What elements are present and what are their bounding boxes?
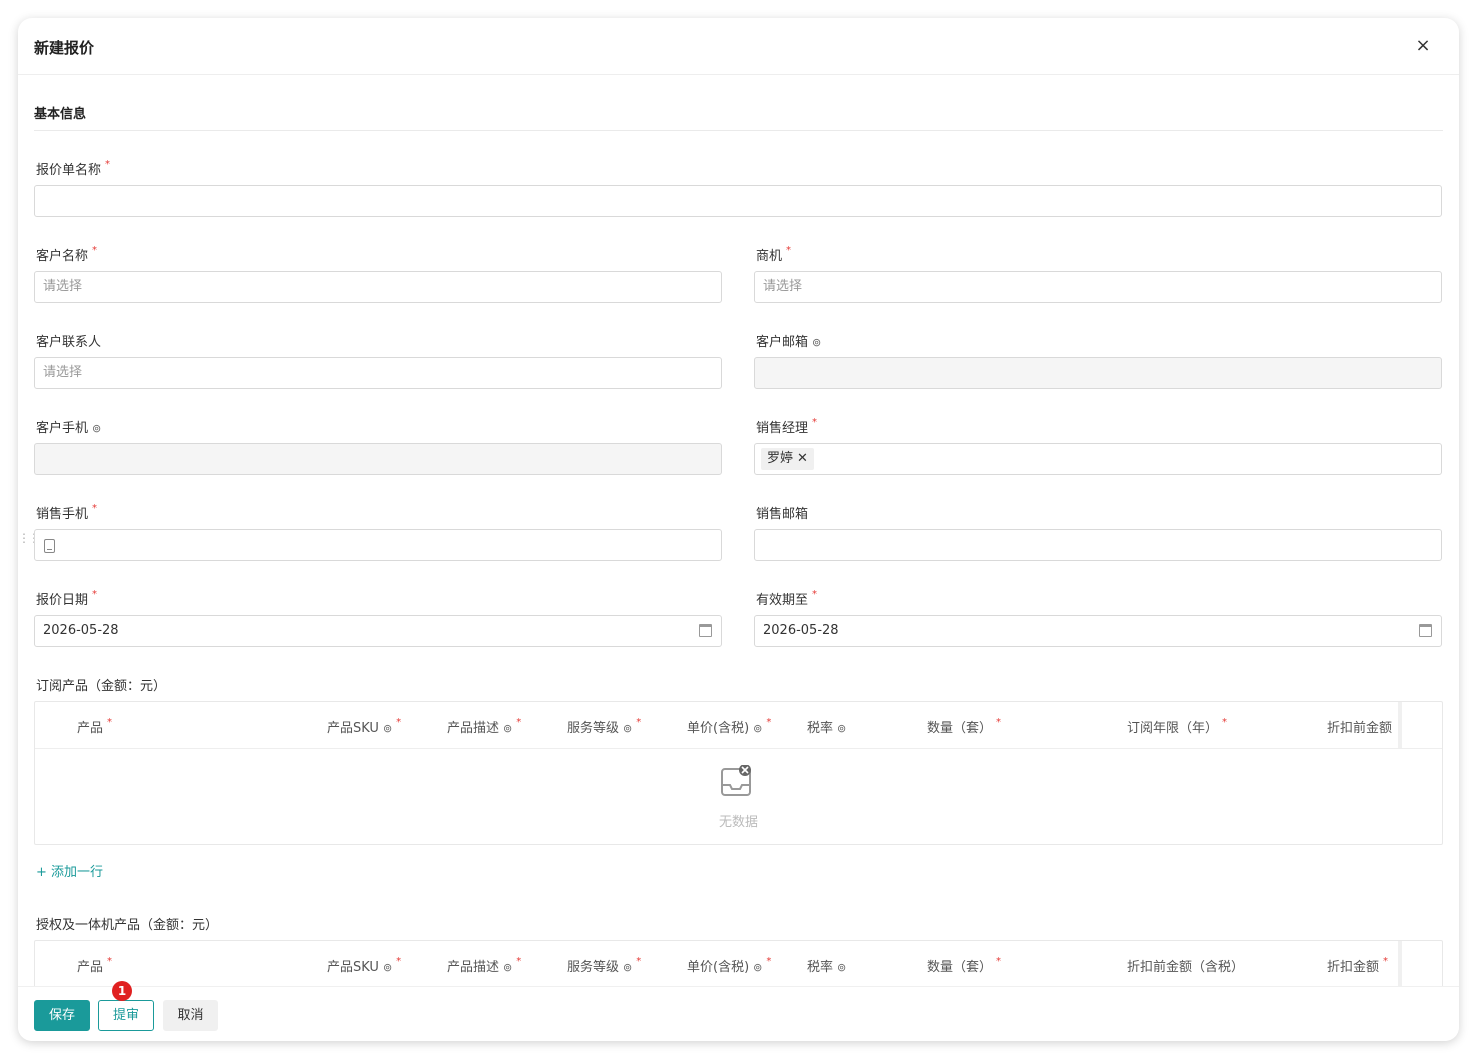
table-header: 产品 * 产品SKU ⊚ * 产品描述 ⊚ * 服务等级 ⊚ * 单价(含税) ⊚ * 税率 ⊚ 数… [35,702,1442,749]
empty-inbox-icon [721,765,751,796]
add-row-button[interactable]: + 添加一行 [36,861,103,880]
sales-manager-tag: 罗婷 ✕ [761,448,814,470]
col-tax-rate: 税率 ⊚ [807,960,847,975]
sales-manager-select[interactable]: 罗婷 ✕ [754,443,1442,475]
notification-badge: 1 [112,981,132,1001]
eye-icon[interactable]: ⊚ [92,422,101,435]
valid-until-label: 有效期至 * [756,589,818,608]
license-table-title: 授权及一体机产品（金额：元） [36,918,219,933]
customer-phone-field [34,443,722,475]
empty-state: 无数据 [35,749,1442,844]
customer-email-field [754,357,1442,389]
col-sku: 产品SKU ⊚ * [327,717,402,736]
col-unit-price: 单价(含税) ⊚ * [687,717,772,736]
submit-review-button[interactable]: 提审 [98,1000,154,1031]
empty-text: 无数据 [718,815,758,830]
section-divider [34,130,1443,131]
contact-label: 客户联系人 [36,335,102,350]
tag-close-icon[interactable]: ✕ [797,451,808,466]
sales-phone-input[interactable] [34,529,722,561]
col-description: 产品描述 ⊚ * [447,717,522,736]
dialog-header: 新建报价 × [18,18,1459,75]
sales-manager-label: 销售经理 * [756,417,818,436]
col-description: 产品描述 ⊚ * [447,956,522,975]
section-title: 基本信息 [34,107,87,122]
quote-name-label: 报价单名称 * [36,159,111,178]
calendar-icon [1419,624,1432,637]
cancel-button[interactable]: 取消 [163,1000,218,1031]
close-icon[interactable]: × [1413,36,1433,56]
sales-email-input[interactable] [754,529,1442,561]
new-quote-dialog: 新建报价 × 基本信息 ⋮⋮ 报价单名称 * 客户名称 * 请选择 商机 * 请选择 … [18,18,1459,1041]
quote-date-label: 报价日期 * [36,589,98,608]
col-quantity: 数量（套） * [927,717,1002,736]
opportunity-select[interactable]: 请选择 [754,271,1442,303]
subscription-table-title: 订阅产品（金额：元） [36,679,167,694]
dialog-title: 新建报价 [34,39,95,57]
sales-phone-label: 销售手机 * [36,503,98,522]
customer-phone-label: 客户手机 ⊚ [36,421,102,436]
col-service-level: 服务等级 ⊚ * [567,717,642,736]
col-service-level: 服务等级 ⊚ * [567,956,642,975]
opportunity-label: 商机 * [756,245,792,264]
quote-name-input[interactable] [34,185,1442,217]
col-unit-price: 单价(含税) ⊚ * [687,956,772,975]
col-pre-discount: 折扣前金额 [1327,721,1393,736]
col-years: 订阅年限（年） * [1127,717,1228,736]
col-sku: 产品SKU ⊚ * [327,956,402,975]
valid-until-picker[interactable]: 2026-05-28 [754,615,1442,647]
col-discount: 折扣金额 * [1327,956,1389,975]
eye-icon[interactable]: ⊚ [812,336,821,349]
col-product: 产品 * [77,956,113,975]
calendar-icon [699,624,712,637]
table-header: 产品 * 产品SKU ⊚ * 产品描述 ⊚ * 服务等级 ⊚ * 单价(含税) ⊚ * 税率 ⊚ 数… [35,941,1442,988]
customer-email-label: 客户邮箱 ⊚ [756,335,822,350]
subscription-table: 产品 * 产品SKU ⊚ * 产品描述 ⊚ * 服务等级 ⊚ * 单价(含税) ⊚ * 税率 ⊚ 数… [34,701,1443,845]
dialog-footer: 保存 提审 取消 1 [18,981,1459,1041]
save-button[interactable]: 保存 [34,1000,90,1031]
quote-date-picker[interactable]: 2026-05-28 [34,615,722,647]
col-pre-discount: 折扣前金额（含税） [1127,960,1245,975]
customer-label: 客户名称 * [36,245,98,264]
table-scrollbar[interactable] [1398,941,1402,987]
col-product: 产品 * [77,717,113,736]
phone-icon [44,539,55,553]
customer-select[interactable]: 请选择 [34,271,722,303]
table-scrollbar[interactable] [1398,702,1402,748]
col-tax-rate: 税率 ⊚ [807,721,847,736]
contact-select[interactable]: 请选择 [34,357,722,389]
col-quantity: 数量（套） * [927,956,1002,975]
sales-email-label: 销售邮箱 [756,507,809,522]
